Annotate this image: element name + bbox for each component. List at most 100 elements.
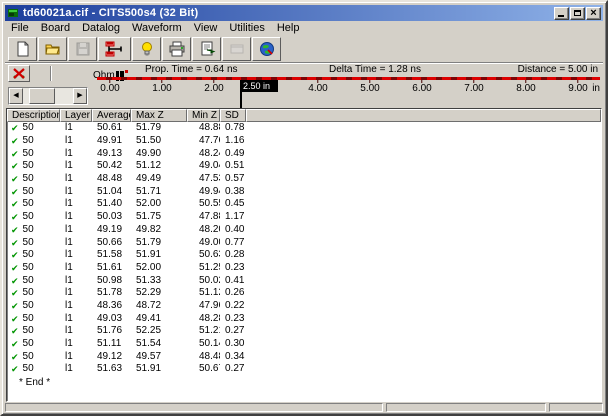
sd-cell: 0.27 xyxy=(220,363,246,375)
report-icon xyxy=(198,40,216,58)
ruler-tick: 5.00 xyxy=(360,80,379,94)
max-z-cell: 52.25 xyxy=(131,325,187,337)
description-cell: ✔50 xyxy=(7,135,60,147)
table-row[interactable]: ✔50l149.9151.5047.761.16 xyxy=(7,135,601,148)
menu-item-file[interactable]: File xyxy=(5,22,35,34)
save-file-button[interactable] xyxy=(68,37,97,61)
table-row[interactable]: ✔50l151.7852.2951.120.26 xyxy=(7,287,601,300)
table-row[interactable]: ✔50l148.4849.4947.530.57 xyxy=(7,173,601,186)
column-header-max-z[interactable]: Max Z xyxy=(131,109,187,122)
description-value: 50 xyxy=(23,275,34,287)
table-row[interactable]: ✔50l151.6152.0051.250.23 xyxy=(7,262,601,275)
description-value: 50 xyxy=(23,262,34,274)
tick-label: 6.00 xyxy=(412,83,431,94)
table-row[interactable]: ✔50l151.4052.0050.550.45 xyxy=(7,198,601,211)
menu-item-utilities[interactable]: Utilities xyxy=(223,22,270,34)
layer-cell: l1 xyxy=(60,211,92,223)
max-z-cell: 51.12 xyxy=(131,160,187,172)
sd-cell: 0.41 xyxy=(220,275,246,287)
table-row[interactable]: ✔50l151.5851.9150.630.28 xyxy=(7,249,601,262)
menu-item-datalog[interactable]: Datalog xyxy=(76,22,126,34)
layer-cell: l1 xyxy=(60,325,92,337)
menu-item-board[interactable]: Board xyxy=(35,22,76,34)
average-cell: 49.91 xyxy=(92,135,131,147)
average-cell: 50.03 xyxy=(92,211,131,223)
max-z-cell: 49.82 xyxy=(131,224,187,236)
column-header-sd[interactable]: SD xyxy=(220,109,246,122)
sd-cell: 0.49 xyxy=(220,148,246,160)
ruler-tick: 8.00 xyxy=(516,80,535,94)
table-row[interactable]: ✔50l148.3648.7247.960.22 xyxy=(7,300,601,313)
check-icon: ✔ xyxy=(11,225,19,235)
check-icon: ✔ xyxy=(11,250,19,260)
check-icon: ✔ xyxy=(11,326,19,336)
panel-divider xyxy=(50,66,52,81)
table-row[interactable]: ✔50l150.6151.7948.880.78 xyxy=(7,122,601,135)
average-cell: 51.76 xyxy=(92,325,131,337)
table-row[interactable]: ✔50l149.0349.4148.280.23 xyxy=(7,312,601,325)
status-bar xyxy=(5,403,603,412)
menu-item-waveform[interactable]: Waveform xyxy=(126,22,188,34)
check-icon: ✔ xyxy=(11,339,19,349)
scroll-right-button[interactable]: ▶ xyxy=(73,88,87,104)
menu-item-view[interactable]: View xyxy=(188,22,224,34)
max-z-cell: 52.00 xyxy=(131,262,187,274)
table-row[interactable]: ✔50l150.6651.7949.000.77 xyxy=(7,236,601,249)
description-cell: ✔50 xyxy=(7,249,60,261)
max-z-cell: 51.50 xyxy=(131,135,187,147)
print-button[interactable] xyxy=(162,37,191,61)
column-header-layer[interactable]: Layer xyxy=(60,109,92,122)
table-row[interactable]: ✔50l151.1151.5450.140.30 xyxy=(7,338,601,351)
layer-cell: l1 xyxy=(60,351,92,363)
scroll-left-button[interactable]: ◀ xyxy=(9,88,23,104)
table-row[interactable]: ✔50l150.0351.7547.881.17 xyxy=(7,211,601,224)
open-folder-icon xyxy=(44,40,62,58)
average-cell: 51.63 xyxy=(92,363,131,375)
scrollbar-thumb[interactable] xyxy=(29,88,55,104)
scrollbar-track[interactable] xyxy=(23,88,73,104)
table-row[interactable]: ✔50l149.1249.5748.480.34 xyxy=(7,350,601,363)
layer-cell: l1 xyxy=(60,262,92,274)
description-value: 50 xyxy=(23,148,34,160)
table-body: ✔50l150.6151.7948.880.78✔50l149.9151.504… xyxy=(7,122,601,376)
minimize-button[interactable] xyxy=(554,7,569,20)
hint-lightbulb-button[interactable] xyxy=(132,37,161,61)
description-cell: ✔50 xyxy=(7,122,60,134)
min-z-cell: 47.76 xyxy=(187,135,220,147)
unavailable-button[interactable] xyxy=(222,37,251,61)
table-row[interactable]: ✔50l150.9851.3350.020.41 xyxy=(7,274,601,287)
layer-cell: l1 xyxy=(60,249,92,261)
column-header-description[interactable]: Description xyxy=(7,109,60,122)
sd-cell: 0.23 xyxy=(220,262,246,274)
close-button[interactable]: × xyxy=(586,7,601,20)
status-panel-1 xyxy=(5,403,383,412)
description-cell: ✔50 xyxy=(7,173,60,185)
menu-item-help[interactable]: Help xyxy=(271,22,306,34)
table-row[interactable]: ✔50l149.1949.8248.200.40 xyxy=(7,224,601,237)
delete-cursor-button[interactable] xyxy=(8,65,30,82)
table-row[interactable]: ✔50l149.1349.9048.240.49 xyxy=(7,147,601,160)
open-file-button[interactable] xyxy=(38,37,67,61)
report-button[interactable] xyxy=(192,37,221,61)
new-document-button[interactable] xyxy=(8,37,37,61)
table-row[interactable]: ✔50l151.6351.9150.670.27 xyxy=(7,363,601,376)
table-row[interactable]: ✔50l151.7652.2551.210.27 xyxy=(7,325,601,338)
impedance-cursor-tool-button[interactable] xyxy=(98,37,131,61)
column-header-min-z[interactable]: Min Z xyxy=(187,109,220,122)
description-cell: ✔50 xyxy=(7,160,60,172)
window-frame-icon xyxy=(228,40,246,58)
web-globe-button[interactable] xyxy=(252,37,281,61)
table-row[interactable]: ✔50l151.0451.7149.940.38 xyxy=(7,185,601,198)
results-table: DescriptionLayerAverageMax ZMin ZSD ✔50l… xyxy=(6,108,602,402)
globe-icon xyxy=(258,40,276,58)
table-row[interactable]: ✔50l150.4251.1249.040.51 xyxy=(7,160,601,173)
check-icon: ✔ xyxy=(11,187,19,197)
minimize-icon xyxy=(558,15,564,17)
maximize-button[interactable] xyxy=(570,7,585,20)
maximize-icon xyxy=(574,10,581,16)
description-value: 50 xyxy=(23,135,34,147)
min-z-cell: 49.00 xyxy=(187,237,220,249)
description-cell: ✔50 xyxy=(7,198,60,210)
sd-cell: 0.45 xyxy=(220,198,246,210)
column-header-average[interactable]: Average xyxy=(92,109,131,122)
